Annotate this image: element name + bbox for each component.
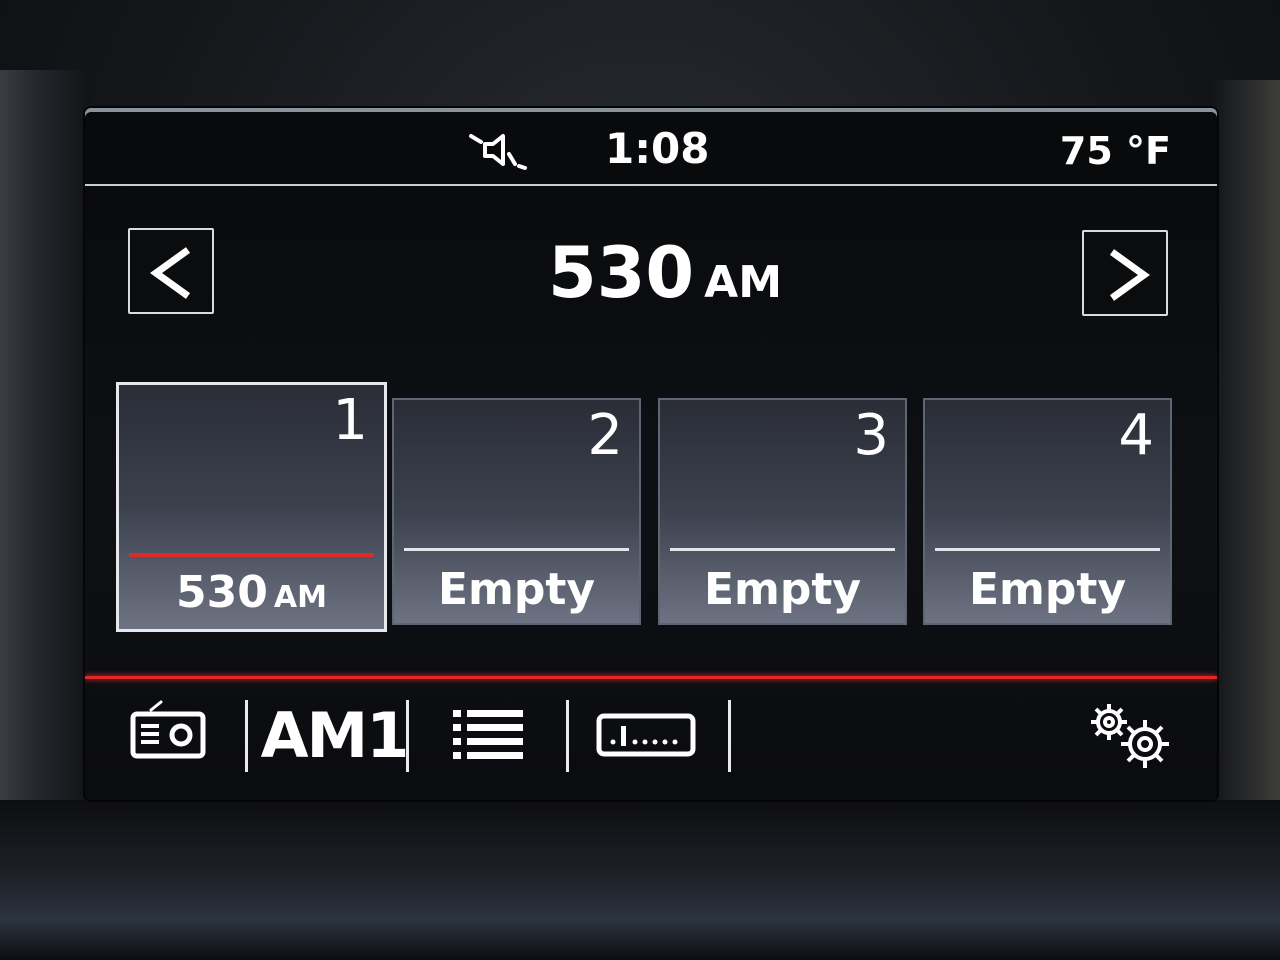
chevron-left-icon <box>150 247 191 299</box>
preset-4[interactable]: 4 Empty <box>923 398 1172 625</box>
chevron-right-icon <box>1109 249 1150 301</box>
clock: 1:08 <box>605 124 710 173</box>
gears-icon <box>1091 704 1169 768</box>
current-station: 530 AM <box>515 228 815 318</box>
preset-active-indicator <box>129 553 374 557</box>
toolbar-separator <box>728 700 731 772</box>
radio-icon <box>130 700 206 759</box>
preset-number: 2 <box>587 403 623 468</box>
preset-number: 1 <box>332 388 368 453</box>
preset-number: 3 <box>853 403 889 468</box>
station-list-button[interactable] <box>445 700 529 772</box>
preset-divider <box>404 548 629 551</box>
outside-temperature: 75 °F <box>1059 129 1171 173</box>
preset-number: 4 <box>1118 403 1154 468</box>
toolbar-separator <box>406 700 409 772</box>
bezel-right <box>1210 80 1280 820</box>
bezel-bottom <box>0 800 1280 960</box>
preset-3[interactable]: 3 Empty <box>658 398 907 625</box>
preset-1[interactable]: 1 530 AM <box>116 382 387 632</box>
next-station-button[interactable] <box>1082 230 1168 316</box>
manual-tune-button[interactable] <box>591 700 701 772</box>
preset-frequency: 530 <box>176 567 268 618</box>
speaker-muted-icon <box>467 130 529 172</box>
preset-divider <box>935 548 1160 551</box>
preset-band: AM <box>273 580 327 615</box>
accent-divider <box>85 676 1217 679</box>
list-icon <box>453 710 523 759</box>
settings-button[interactable] <box>1081 698 1181 774</box>
band-button[interactable]: AM1 <box>260 696 410 776</box>
toolbar-separator <box>566 700 569 772</box>
previous-station-button[interactable] <box>128 228 214 314</box>
status-bar: 1:08 75 °F <box>85 108 1217 186</box>
preset-label: 530 AM <box>119 565 384 626</box>
preset-label: Empty <box>968 564 1127 615</box>
infotainment-screen: 1:08 75 °F 530 AM 1 530 AM 2 Empty 3 Empty… <box>85 108 1217 800</box>
preset-2[interactable]: 2 Empty <box>392 398 641 625</box>
bezel-left <box>0 70 90 830</box>
preset-label: Empty <box>437 564 596 615</box>
toolbar-separator <box>245 700 248 772</box>
source-button[interactable] <box>121 696 211 776</box>
preset-label: Empty <box>703 564 862 615</box>
station-band: AM <box>704 257 782 308</box>
preset-divider <box>670 548 895 551</box>
station-frequency: 530 <box>548 232 695 314</box>
manual-tuner-icon <box>596 713 696 757</box>
